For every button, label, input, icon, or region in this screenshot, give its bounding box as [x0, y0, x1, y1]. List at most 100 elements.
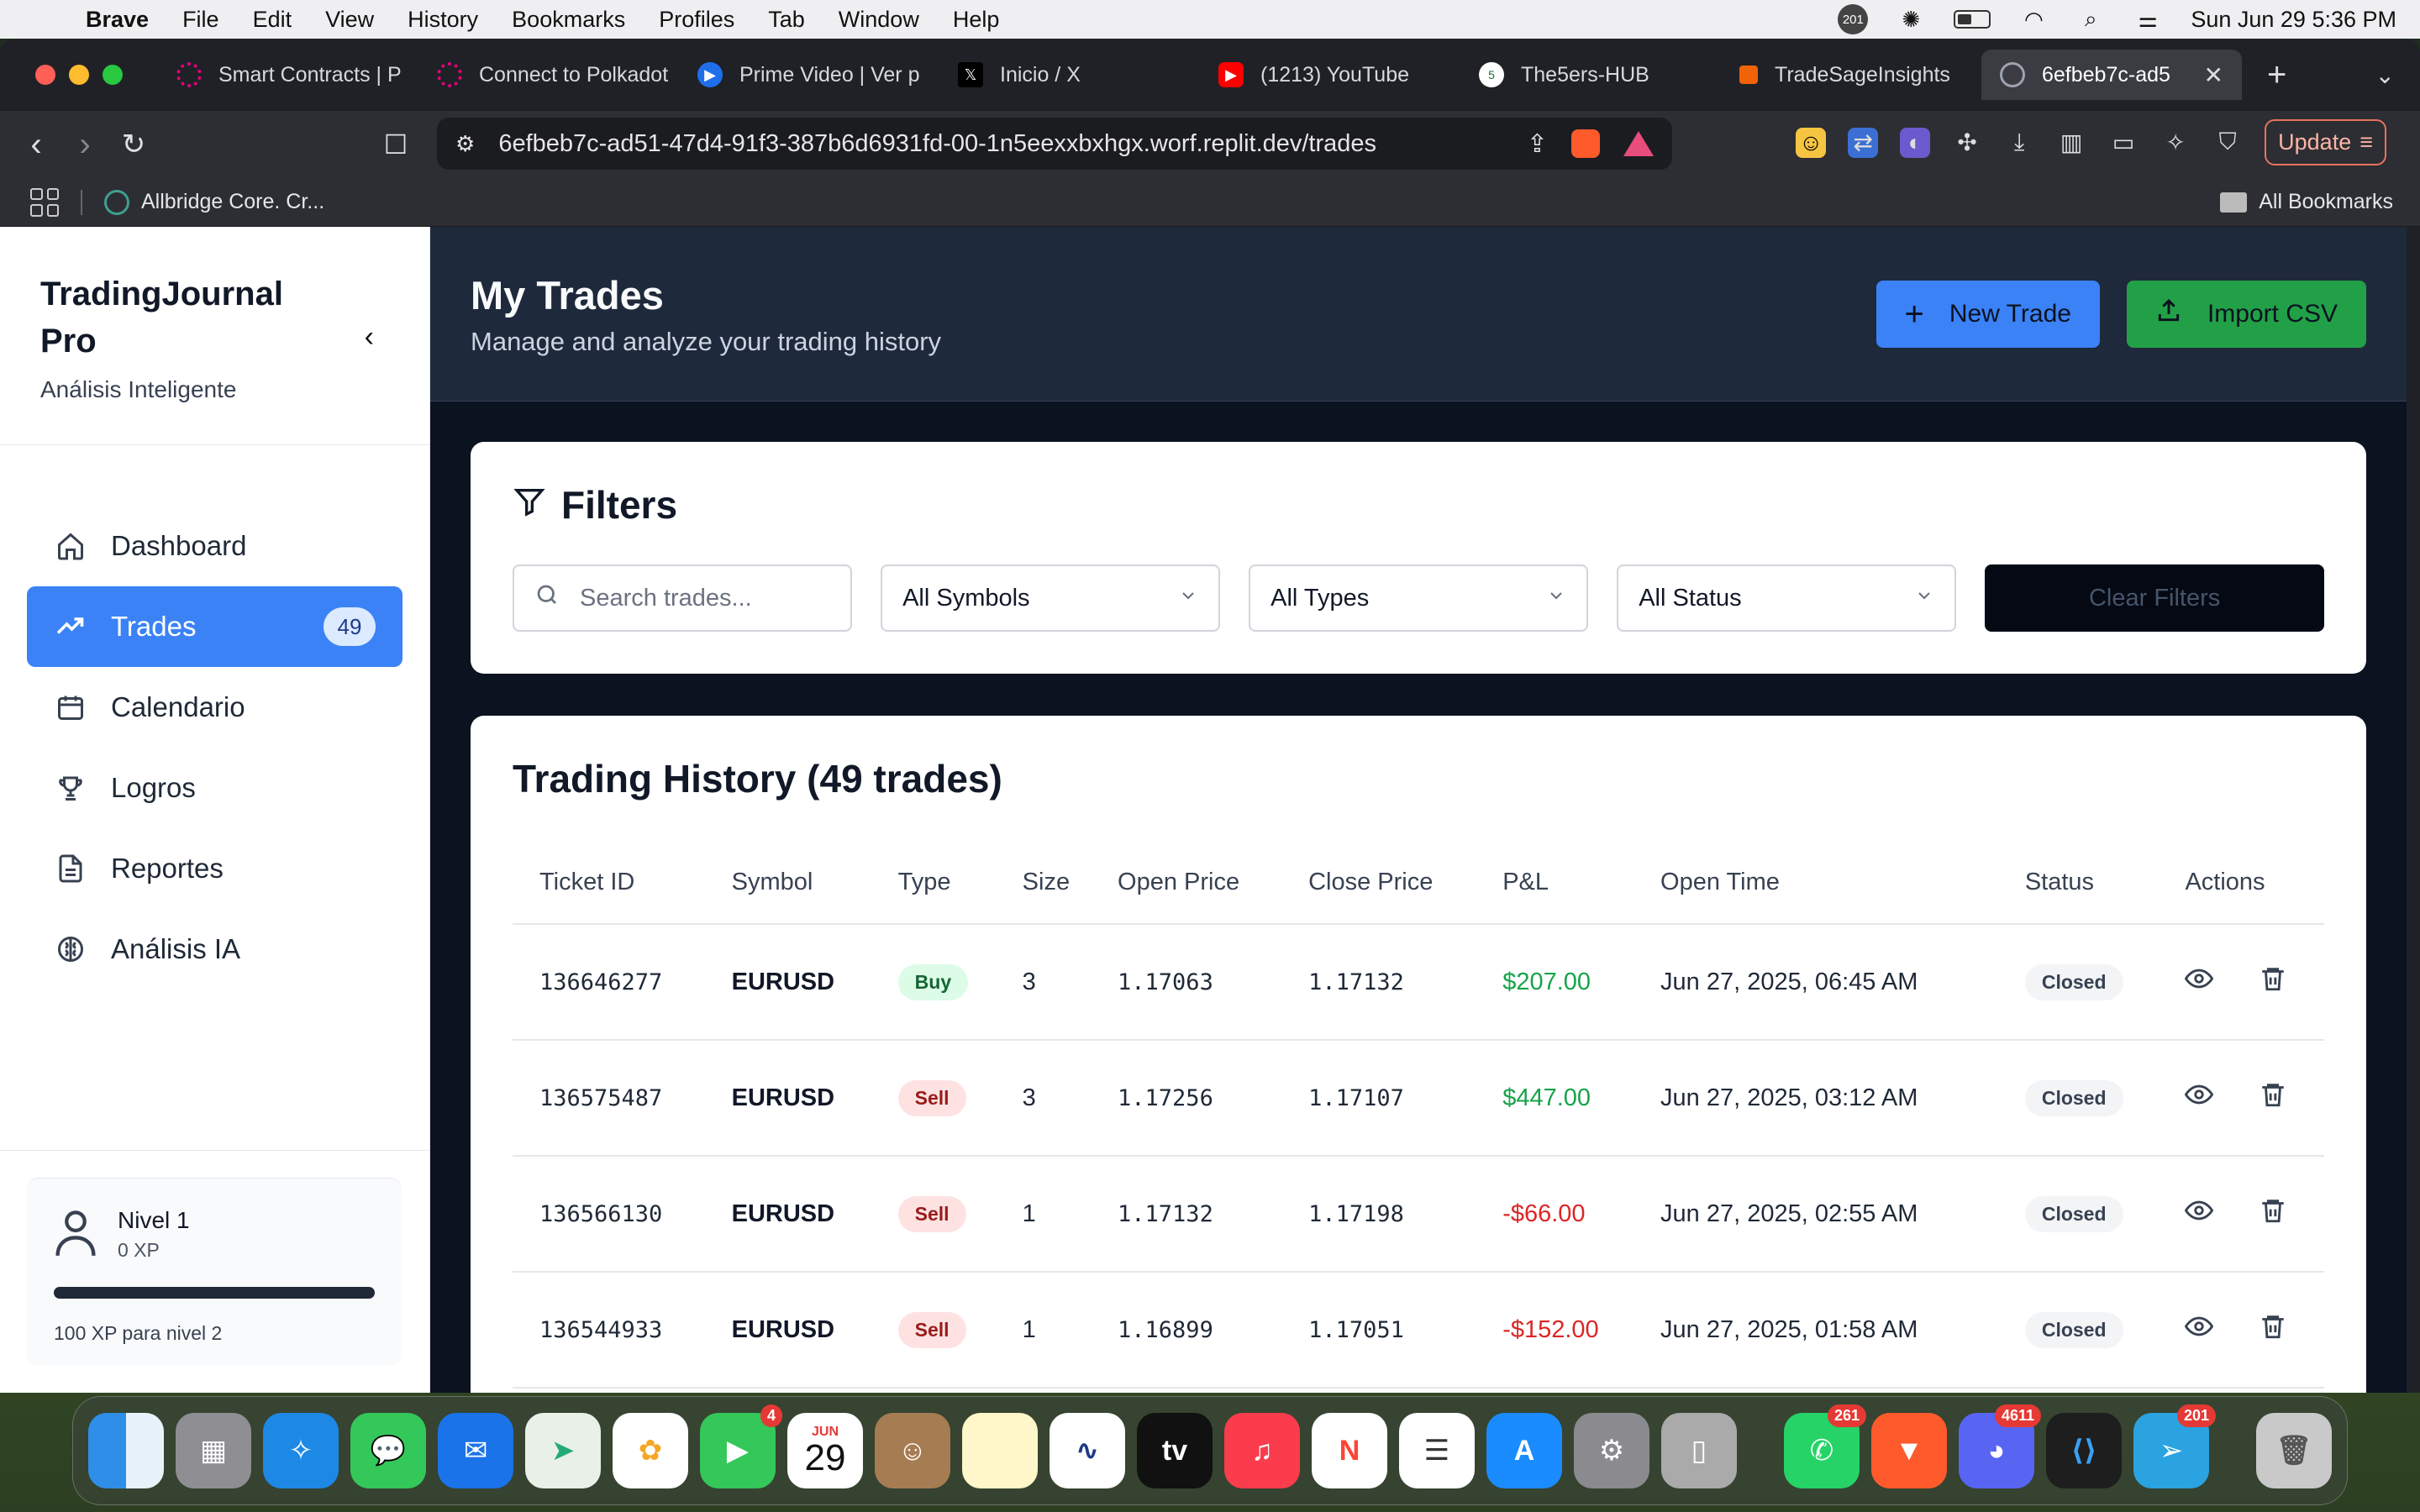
- contacts-icon[interactable]: ☺: [875, 1413, 950, 1488]
- collapse-sidebar-icon[interactable]: ‹: [365, 321, 374, 354]
- address-bar[interactable]: ⚙ 6efbeb7c-ad51-47d4-91f3-387b6d6931fd-0…: [437, 118, 1672, 170]
- download-icon[interactable]: ⤓: [2004, 128, 2034, 158]
- sidebar-item-calendario[interactable]: Calendario: [27, 667, 402, 748]
- trash-icon[interactable]: [2259, 964, 2287, 1000]
- launchpad-icon[interactable]: ▦: [176, 1413, 251, 1488]
- apps-grid-icon[interactable]: [30, 187, 59, 217]
- column-header[interactable]: P&L: [1476, 842, 1634, 925]
- news-icon[interactable]: N: [1312, 1413, 1387, 1488]
- update-button[interactable]: Update ≡: [2265, 119, 2386, 165]
- search-input[interactable]: Search trades...: [513, 564, 853, 632]
- brave-shields-icon[interactable]: [1571, 129, 1600, 158]
- music-icon[interactable]: ♫: [1224, 1413, 1300, 1488]
- tab-x-home[interactable]: 𝕏 Inicio / X: [939, 50, 1200, 100]
- column-header[interactable]: Open Time: [1634, 842, 1998, 925]
- telegram-icon[interactable]: ➢ 201: [2133, 1404, 2216, 1488]
- app-store-icon[interactable]: A: [1486, 1413, 1562, 1488]
- table-row[interactable]: 136646277 EURUSD Buy 3 1.17063 1.17132 $…: [513, 924, 2324, 1041]
- extension-icon[interactable]: ☺: [1796, 127, 1827, 158]
- column-header[interactable]: Ticket ID: [513, 842, 705, 925]
- column-header[interactable]: Close Price: [1281, 842, 1476, 925]
- mail-icon[interactable]: ✉: [438, 1413, 513, 1488]
- sidebar-toggle-icon[interactable]: ▥: [2056, 128, 2086, 158]
- forward-icon[interactable]: ›: [60, 126, 109, 164]
- site-settings-icon[interactable]: ⚙: [455, 131, 475, 157]
- calendar-app-icon[interactable]: JUN 29: [787, 1413, 863, 1488]
- reload-icon[interactable]: ↻: [109, 128, 158, 161]
- menu-app-name[interactable]: Brave: [86, 7, 149, 33]
- trash-icon[interactable]: [2259, 1312, 2287, 1347]
- menu-tab[interactable]: Tab: [768, 7, 805, 33]
- wallet-icon[interactable]: ▭: [2108, 128, 2139, 158]
- extension-icon[interactable]: ⇄: [1848, 127, 1879, 158]
- trash-icon[interactable]: [2259, 1080, 2287, 1116]
- share-icon[interactable]: ⇪: [1527, 129, 1548, 159]
- eye-icon[interactable]: [2185, 1080, 2214, 1116]
- trash-icon[interactable]: 🗑: [2256, 1413, 2332, 1488]
- chevron-down-icon[interactable]: ⌄: [2375, 61, 2395, 89]
- clear-filters-button[interactable]: Clear Filters: [1985, 564, 2325, 632]
- zoom-window-button[interactable]: [103, 65, 123, 85]
- eye-icon[interactable]: [2185, 1312, 2214, 1347]
- menu-help[interactable]: Help: [953, 7, 1000, 33]
- table-row[interactable]: 136566130 EURUSD Sell 1 1.17132 1.17198 …: [513, 1156, 2324, 1273]
- menu-bookmarks[interactable]: Bookmarks: [512, 7, 625, 33]
- puzzle-icon[interactable]: ✣: [1952, 128, 1982, 158]
- tab-youtube[interactable]: ▶ (1213) YouTube: [1200, 50, 1460, 100]
- openai-icon[interactable]: ✺: [1897, 7, 1925, 32]
- close-window-button[interactable]: [35, 65, 55, 85]
- sidebar-item-logros[interactable]: Logros: [27, 748, 402, 828]
- menubar-clock[interactable]: Sun Jun 29 5:36 PM: [2191, 7, 2396, 33]
- url-text[interactable]: 6efbeb7c-ad51-47d4-91f3-387b6d6931fd-00-…: [498, 130, 1376, 158]
- eye-icon[interactable]: [2185, 1196, 2214, 1231]
- battery-icon[interactable]: [1954, 10, 1991, 29]
- photos-icon[interactable]: ✿: [613, 1413, 688, 1488]
- tab-connect-polkadot[interactable]: Connect to Polkadot: [418, 50, 679, 100]
- menu-view[interactable]: View: [325, 7, 374, 33]
- wifi-icon[interactable]: ◠: [2019, 7, 2048, 32]
- close-tab-icon[interactable]: ✕: [2204, 61, 2223, 89]
- bookmark-allbridge[interactable]: Allbridge Core. Cr...: [104, 189, 324, 215]
- maps-icon[interactable]: ➤: [525, 1413, 601, 1488]
- leo-ai-icon[interactable]: ✧: [2160, 128, 2191, 158]
- column-header[interactable]: Open Price: [1091, 842, 1282, 925]
- facetime-icon[interactable]: ▶ 4: [700, 1404, 782, 1488]
- sidebar-item-trades[interactable]: Trades 49: [27, 586, 402, 667]
- brave-rewards-icon[interactable]: [1623, 131, 1654, 156]
- iphone-mirroring-icon[interactable]: ▯: [1661, 1413, 1737, 1488]
- type-select[interactable]: All Types: [1249, 564, 1589, 632]
- tab-tradesage[interactable]: TradeSageInsights: [1721, 50, 1981, 100]
- freeform-icon[interactable]: ∿: [1050, 1413, 1125, 1488]
- column-header[interactable]: Size: [995, 842, 1092, 925]
- extension-icon[interactable]: ◐: [1900, 127, 1931, 158]
- menu-file[interactable]: File: [182, 7, 219, 33]
- safari-icon[interactable]: ✧: [263, 1413, 339, 1488]
- sidebar-item-reportes[interactable]: Reportes: [27, 828, 402, 909]
- system-settings-icon[interactable]: ⚙: [1574, 1413, 1649, 1488]
- column-header[interactable]: Status: [1997, 842, 2159, 925]
- tab-prime-video[interactable]: ▶ Prime Video | Ver p: [679, 50, 939, 100]
- bookmark-page-icon[interactable]: ☐: [371, 129, 420, 160]
- new-trade-button[interactable]: + New Trade: [1876, 281, 2100, 348]
- tab-the5ers[interactable]: 5 The5ers-HUB: [1460, 50, 1721, 100]
- discord-icon[interactable]: ◕ 4611: [1959, 1404, 2041, 1488]
- new-tab-icon[interactable]: +: [2267, 56, 2286, 94]
- menu-edit[interactable]: Edit: [253, 7, 292, 33]
- spotlight-search-icon[interactable]: ⌕: [2076, 6, 2105, 32]
- reminders-icon[interactable]: ☰: [1399, 1413, 1475, 1488]
- tab-current-app[interactable]: 6efbeb7c-ad5 ✕: [1981, 50, 2242, 100]
- messages-icon[interactable]: 💬: [350, 1413, 426, 1488]
- notes-icon[interactable]: [962, 1413, 1038, 1488]
- status-select[interactable]: All Status: [1617, 564, 1957, 632]
- apple-tv-icon[interactable]: tv: [1137, 1413, 1213, 1488]
- menu-window[interactable]: Window: [839, 7, 919, 33]
- column-header[interactable]: Type: [871, 842, 996, 925]
- trash-icon[interactable]: [2259, 1196, 2287, 1231]
- whatsapp-icon[interactable]: ✆ 261: [1784, 1404, 1866, 1488]
- sidebar-item-analisis-ia[interactable]: Análisis IA: [27, 909, 402, 990]
- brave-icon[interactable]: ▼: [1871, 1413, 1947, 1488]
- column-header[interactable]: Symbol: [704, 842, 871, 925]
- back-icon[interactable]: ‹: [12, 126, 60, 164]
- menu-profiles[interactable]: Profiles: [659, 7, 734, 33]
- all-bookmarks[interactable]: All Bookmarks: [2220, 190, 2393, 214]
